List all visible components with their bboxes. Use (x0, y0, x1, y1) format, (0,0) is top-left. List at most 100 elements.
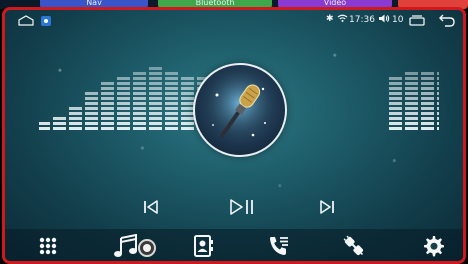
equalizer-segment (405, 87, 418, 90)
equalizer-segment (437, 92, 439, 95)
equalizer-segment (149, 122, 162, 125)
equalizer-segment (389, 82, 402, 85)
equalizer-segment (165, 92, 178, 95)
equalizer-segment (133, 117, 146, 120)
equalizer-segment (149, 97, 162, 100)
equalizer-segment (421, 87, 434, 90)
equalizer-segment (117, 112, 130, 115)
equalizer-segment (389, 97, 402, 100)
equalizer-segment (69, 107, 82, 110)
equalizer-segment (165, 127, 178, 130)
app-badge-icon[interactable] (41, 16, 51, 26)
equalizer-segment (181, 92, 194, 95)
equalizer-segment (389, 92, 402, 95)
equalizer-segment (85, 117, 98, 120)
equalizer-segment (389, 122, 402, 125)
equalizer-segment (421, 122, 434, 125)
equalizer-segment (437, 127, 439, 130)
equalizer-segment (165, 77, 178, 80)
phone-link-icon[interactable] (342, 234, 366, 258)
equalizer-segment (53, 117, 66, 120)
equalizer-segment (85, 102, 98, 105)
settings-icon[interactable] (421, 234, 445, 258)
bluetooth-icon: ✱ (326, 14, 334, 24)
equalizer-segment (133, 107, 146, 110)
equalizer-segment (405, 127, 418, 130)
equalizer-segment (149, 92, 162, 95)
equalizer-segment (133, 127, 146, 130)
equalizer-segment (149, 82, 162, 85)
equalizer-segment (405, 112, 418, 115)
equalizer-segment (181, 87, 194, 90)
equalizer-segment (165, 82, 178, 85)
equalizer-segment (117, 117, 130, 120)
equalizer-segment (101, 122, 114, 125)
equalizer-segment (181, 82, 194, 85)
equalizer-segment (133, 92, 146, 95)
equalizer-segment (69, 127, 82, 130)
equalizer-segment (437, 72, 439, 75)
volume-icon[interactable] (378, 13, 390, 24)
equalizer-segment (389, 102, 402, 105)
back-icon[interactable] (439, 14, 455, 27)
equalizer-segment (405, 97, 418, 100)
equalizer-segment (389, 127, 402, 130)
equalizer-segment (165, 72, 178, 75)
equalizer-segment (85, 112, 98, 115)
equalizer-segment (421, 112, 434, 115)
equalizer-segment (101, 112, 114, 115)
equalizer-segment (405, 82, 418, 85)
equalizer-segment (117, 87, 130, 90)
equalizer-segment (85, 127, 98, 130)
equalizer-segment (181, 97, 194, 100)
equalizer-segment (421, 77, 434, 80)
equalizer-segment (53, 127, 66, 130)
equalizer-segment (421, 102, 434, 105)
recents-icon[interactable] (409, 15, 425, 26)
equalizer-segment (117, 77, 130, 80)
contacts-icon[interactable] (191, 234, 215, 258)
home-icon[interactable] (18, 15, 34, 26)
equalizer-segment (437, 82, 439, 85)
album-art[interactable] (193, 63, 287, 157)
equalizer-segment (421, 117, 434, 120)
equalizer-segment (437, 77, 439, 80)
equalizer-segment (101, 117, 114, 120)
equalizer-segment (101, 107, 114, 110)
equalizer-segment (405, 72, 418, 75)
equalizer-segment (133, 102, 146, 105)
volume-level: 10 (392, 15, 404, 25)
call-log-icon[interactable] (267, 234, 291, 258)
equalizer-segment (437, 102, 439, 105)
equalizer-segment (133, 97, 146, 100)
equalizer-segment (437, 122, 439, 125)
play-pause-icon[interactable] (228, 196, 256, 218)
equalizer-segment (53, 122, 66, 125)
equalizer-segment (165, 97, 178, 100)
equalizer-segment (437, 107, 439, 110)
assistive-touch-button[interactable] (138, 239, 156, 257)
equalizer-segment (149, 67, 162, 70)
clock: 17:36 (349, 15, 375, 25)
apps-grid-icon[interactable] (36, 234, 60, 258)
next-track-icon[interactable] (316, 196, 338, 218)
equalizer-segment (69, 122, 82, 125)
equalizer-segment (149, 117, 162, 120)
equalizer-segment (85, 92, 98, 95)
equalizer-segment (421, 82, 434, 85)
equalizer-segment (117, 107, 130, 110)
equalizer-segment (421, 97, 434, 100)
equalizer-segment (133, 112, 146, 115)
equalizer-segment (165, 117, 178, 120)
equalizer-segment (101, 102, 114, 105)
equalizer-segment (181, 112, 194, 115)
equalizer-segment (181, 102, 194, 105)
equalizer-segment (39, 122, 50, 125)
equalizer-segment (389, 77, 402, 80)
equalizer-segment (165, 102, 178, 105)
previous-track-icon[interactable] (140, 196, 162, 218)
equalizer-segment (39, 127, 50, 130)
equalizer-segment (405, 122, 418, 125)
equalizer-segment (149, 87, 162, 90)
music-player-screen: ✱ 17:36 10 (2, 7, 466, 264)
